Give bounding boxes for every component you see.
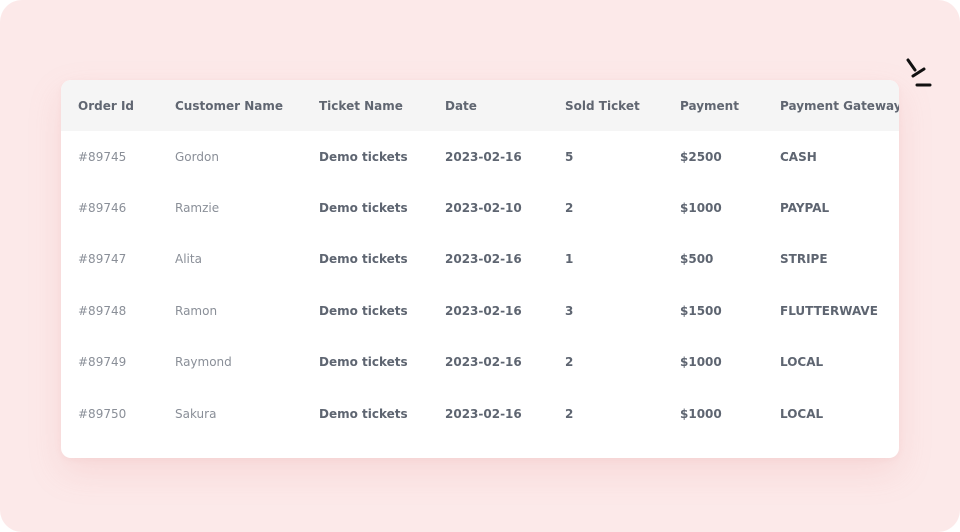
date-cell: 2023-02-16 [445,149,522,164]
header-payment: Payment [680,98,739,113]
order-id-cell: #89750 [78,406,127,421]
table-header: Order Id Customer Name Ticket Name Date … [61,80,899,131]
sold-ticket-cell: 1 [565,252,574,267]
payment-cell: $2500 [680,149,722,164]
payment-gateway-cell: LOCAL [780,355,824,370]
ticket-name-cell: Demo tickets [319,355,408,370]
header-sold-ticket: Sold Ticket [565,98,640,113]
payment-gateway-cell: LOCAL [780,406,824,421]
ticket-name-cell: Demo tickets [319,406,408,421]
order-id-cell: #89748 [78,303,127,318]
customer-name-cell: Gordon [175,149,219,164]
table-row[interactable]: #89750 Sakura Demo tickets 2023-02-16 2 … [61,388,899,439]
payment-cell: $1500 [680,303,722,318]
sparkle-icon [906,58,932,87]
header-ticket-name: Ticket Name [319,98,403,113]
ticket-name-cell: Demo tickets [319,303,408,318]
header-customer-name: Customer Name [175,98,283,113]
table-row[interactable]: #89748 Ramon Demo tickets 2023-02-16 3 $… [61,285,899,336]
payment-gateway-cell: PAYPAL [780,201,830,216]
orders-table-card: Order Id Customer Name Ticket Name Date … [61,80,899,458]
sold-ticket-cell: 3 [565,303,574,318]
payment-gateway-cell: CASH [780,149,817,164]
ticket-name-cell: Demo tickets [319,252,408,267]
payment-cell: $1000 [680,355,722,370]
date-cell: 2023-02-16 [445,355,522,370]
customer-name-cell: Ramon [175,303,218,318]
table-row[interactable]: #89746 Ramzie Demo tickets 2023-02-10 2 … [61,182,899,233]
order-id-cell: #89749 [78,355,127,370]
header-order-id: Order Id [78,98,134,113]
date-cell: 2023-02-16 [445,252,522,267]
customer-name-cell: Raymond [175,355,232,370]
date-cell: 2023-02-16 [445,406,522,421]
order-id-cell: #89746 [78,201,127,216]
order-id-cell: #89745 [78,149,127,164]
sold-ticket-cell: 2 [565,201,574,216]
date-cell: 2023-02-10 [445,201,522,216]
sold-ticket-cell: 2 [565,355,574,370]
date-cell: 2023-02-16 [445,303,522,318]
customer-name-cell: Alita [175,252,202,267]
payment-cell: $500 [680,252,714,267]
payment-cell: $1000 [680,201,722,216]
table-row[interactable]: #89745 Gordon Demo tickets 2023-02-16 5 … [61,131,899,182]
sold-ticket-cell: 5 [565,149,574,164]
table-header-row: Order Id Customer Name Ticket Name Date … [61,80,899,131]
sold-ticket-cell: 2 [565,406,574,421]
ticket-name-cell: Demo tickets [319,149,408,164]
orders-table: Order Id Customer Name Ticket Name Date … [61,80,899,439]
ticket-name-cell: Demo tickets [319,201,408,216]
customer-name-cell: Ramzie [175,201,220,216]
payment-cell: $1000 [680,406,722,421]
payment-gateway-cell: FLUTTERWAVE [780,303,878,318]
customer-name-cell: Sakura [175,406,217,421]
payment-gateway-cell: STRIPE [780,252,828,267]
page-background: Order Id Customer Name Ticket Name Date … [0,0,960,532]
table-row[interactable]: #89749 Raymond Demo tickets 2023-02-16 2… [61,337,899,388]
header-payment-gateway: Payment Gateway [780,98,899,113]
order-id-cell: #89747 [78,252,127,267]
table-row[interactable]: #89747 Alita Demo tickets 2023-02-16 1 $… [61,234,899,285]
table-body: #89745 Gordon Demo tickets 2023-02-16 5 … [61,131,899,439]
header-date: Date [445,98,477,113]
